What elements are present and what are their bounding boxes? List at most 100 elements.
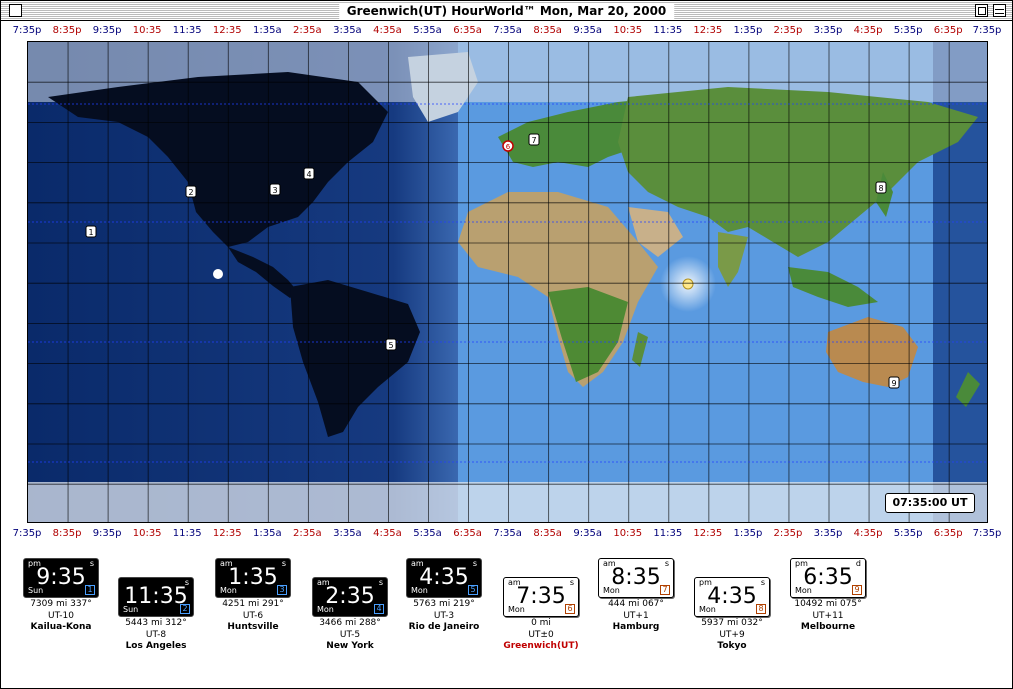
zoom-box[interactable] xyxy=(975,4,988,17)
utc-offset: UT-6 xyxy=(242,611,264,621)
timescale-label: 11:35 xyxy=(653,25,683,36)
clock-index: 4 xyxy=(374,604,384,614)
clock-face[interactable]: am s 1:35 Mon 3 xyxy=(215,558,291,598)
city-clock[interactable]: pm s 4:35 Mon 8 5937 mi 032° UT+9 Tokyo xyxy=(694,577,770,652)
timescale-label: 9:35a xyxy=(573,528,602,539)
utc-offset: UT+9 xyxy=(719,630,745,640)
timescale-label: 7:35p xyxy=(972,25,1002,36)
timescale-label: 10:35 xyxy=(132,528,162,539)
clock-index: 1 xyxy=(85,585,95,595)
city-name: Rio de Janeiro xyxy=(408,622,480,632)
distance-bearing: 3466 mi 288° xyxy=(319,618,381,628)
city-clock[interactable]: am s 7:35 Mon 6 0 mi UT±0 Greenwich(UT) xyxy=(503,577,579,652)
close-box[interactable] xyxy=(9,4,22,17)
city-marker-4[interactable]: 4 xyxy=(303,167,315,180)
svg-text:9: 9 xyxy=(891,379,896,388)
timescale-label: 7:35p xyxy=(12,528,42,539)
city-marker-2[interactable]: 2 xyxy=(185,185,197,198)
timescale-label: 6:35a xyxy=(453,528,482,539)
clock-face[interactable]: s 11:35 Sun 2 xyxy=(118,577,194,617)
distance-bearing: 5763 mi 219° xyxy=(413,599,475,609)
city-marker-3[interactable]: 3 xyxy=(269,183,281,196)
timescale-label: 8:35p xyxy=(52,528,82,539)
timescale-label: 8:35p xyxy=(52,25,82,36)
clock-day: Mon xyxy=(699,605,716,614)
timescale-label: 3:35a xyxy=(333,25,362,36)
city-clock[interactable]: am s 1:35 Mon 3 4251 mi 291° UT-6 Huntsville xyxy=(215,558,291,633)
city-clock[interactable]: am s 2:35 Mon 4 3466 mi 288° UT-5 New York xyxy=(312,577,388,652)
city-name: Los Angeles xyxy=(125,641,187,651)
timescale-label: 5:35a xyxy=(413,528,442,539)
clock-index: 8 xyxy=(756,604,766,614)
timescale-bottom: 7:35p 8:35p 9:35p 10:35 11:35 12:35 1:35a 2:35a… xyxy=(1,527,1012,541)
city-name: Huntsville xyxy=(227,622,279,632)
distance-bearing: 7309 mi 337° xyxy=(30,599,92,609)
clock-face[interactable]: pm s 4:35 Mon 8 xyxy=(694,577,770,617)
clock-index: 9 xyxy=(852,585,862,595)
timescale-label: 7:35p xyxy=(972,528,1002,539)
timescale-label: 4:35p xyxy=(853,25,883,36)
clock-face[interactable]: pm s 9:35 Sun 1 xyxy=(23,558,99,598)
collapse-box[interactable] xyxy=(993,4,1006,17)
clock-face[interactable]: am s 7:35 Mon 6 xyxy=(503,577,579,617)
clock-day: Mon xyxy=(411,586,428,595)
city-marker-1[interactable]: 1 xyxy=(85,225,97,238)
timescale-label: 7:35a xyxy=(493,25,522,36)
city-marker-9[interactable]: 9 xyxy=(888,376,900,389)
distance-bearing: 4251 mi 291° xyxy=(222,599,284,609)
distance-bearing: 5937 mi 032° xyxy=(701,618,763,628)
city-name: Greenwich(UT) xyxy=(503,641,579,651)
city-marker-5[interactable]: 5 xyxy=(385,338,397,351)
timescale-label: 4:35a xyxy=(373,528,402,539)
clock-face[interactable]: pm d 6:35 Mon 9 xyxy=(790,558,866,598)
clock-day: Sun xyxy=(28,586,44,595)
city-clock[interactable]: pm d 6:35 Mon 9 10492 mi 075° UT+11 Melbourne xyxy=(790,558,866,633)
clock-face[interactable]: am s 8:35 Mon 7 xyxy=(598,558,674,598)
city-marker-8[interactable]: 8 xyxy=(875,181,887,194)
clock-index: 2 xyxy=(180,604,190,614)
clock-face[interactable]: am s 2:35 Mon 4 xyxy=(312,577,388,617)
distance-bearing: 0 mi xyxy=(531,618,551,628)
city-clock[interactable]: am s 4:35 Mon 5 5763 mi 219° UT-3 Rio de Janeir… xyxy=(406,558,482,633)
utc-offset: UT-5 xyxy=(339,630,361,640)
timescale-label: 10:35 xyxy=(613,528,643,539)
title-bar[interactable]: Greenwich(UT) HourWorld™ Mon, Mar 20, 20… xyxy=(1,1,1012,21)
timescale-label: 3:35p xyxy=(813,528,843,539)
utc-offset: UT+1 xyxy=(623,611,649,621)
clock-index: 5 xyxy=(468,585,478,595)
clock-index: 6 xyxy=(565,604,575,614)
timescale-label: 10:35 xyxy=(613,25,643,36)
timescale-label: 6:35p xyxy=(933,25,963,36)
timescale-label: 1:35p xyxy=(733,25,763,36)
timescale-label: 1:35a xyxy=(253,528,282,539)
city-clock[interactable]: s 11:35 Sun 2 5443 mi 312° UT-8 Los Angeles xyxy=(118,577,194,652)
clock-day: Sun xyxy=(123,605,139,614)
clock-face[interactable]: am s 4:35 Mon 5 xyxy=(406,558,482,598)
clock-index: 3 xyxy=(277,585,287,595)
timescale-label: 3:35p xyxy=(813,25,843,36)
timescale-label: 2:35p xyxy=(773,25,803,36)
clock-day: Mon xyxy=(220,586,237,595)
timescale-label: 9:35p xyxy=(92,25,122,36)
city-clock[interactable]: pm s 9:35 Sun 1 7309 mi 337° UT-10 Kailua-Kona xyxy=(23,558,99,633)
city-marker-7[interactable]: 7 xyxy=(528,133,540,146)
timescale-label: 9:35p xyxy=(92,528,122,539)
distance-bearing: 5443 mi 312° xyxy=(125,618,187,628)
hourworld-window: Greenwich(UT) HourWorld™ Mon, Mar 20, 20… xyxy=(0,0,1013,689)
clock-day: Mon xyxy=(795,586,812,595)
timescale-label: 9:35a xyxy=(573,25,602,36)
distance-bearing: 444 mi 067° xyxy=(608,599,664,609)
clock-day: Mon xyxy=(508,605,525,614)
ut-time-readout: 07:35:00 UT xyxy=(885,493,975,513)
world-map[interactable]: 1 2 3 4 5 6 7 8 9 07:35:00 UT xyxy=(27,41,988,523)
timescale-label: 7:35a xyxy=(493,528,522,539)
timescale-top: 7:35p 8:35p 9:35p 10:35 11:35 12:35 1:35a 2:35a… xyxy=(1,24,1012,38)
utc-offset: UT-3 xyxy=(433,611,455,621)
svg-text:7: 7 xyxy=(531,136,536,145)
city-clock[interactable]: am s 8:35 Mon 7 444 mi 067° UT+1 Hamburg xyxy=(598,558,674,633)
moon-marker xyxy=(213,269,223,279)
timescale-label: 5:35p xyxy=(893,25,923,36)
city-marker-6[interactable]: 6 xyxy=(502,140,514,152)
window-title: Greenwich(UT) HourWorld™ Mon, Mar 20, 20… xyxy=(338,3,675,19)
timescale-label: 4:35p xyxy=(853,528,883,539)
